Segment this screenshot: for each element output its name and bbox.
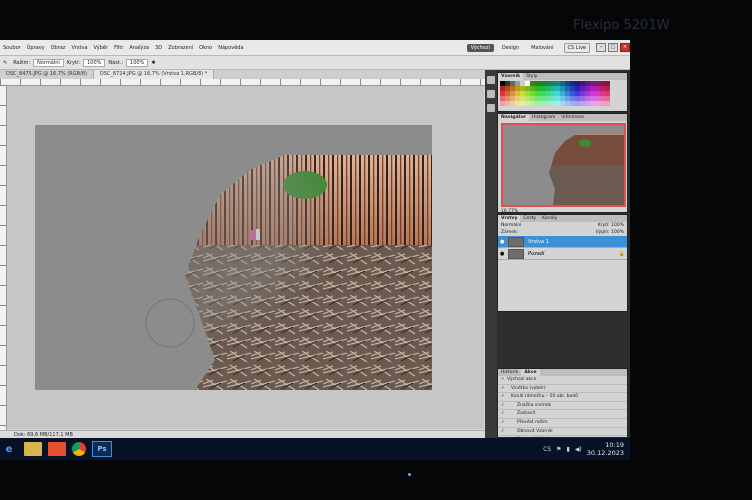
monitor-power-led	[408, 473, 411, 476]
swatches-panel: Vzorník Styly	[497, 72, 628, 112]
flow-label: Nást.:	[108, 59, 124, 66]
tab-histogram[interactable]: Histogram	[529, 114, 558, 121]
tab-navigator[interactable]: Navigátor	[498, 114, 529, 121]
menu-analyza[interactable]: Analýza	[126, 45, 152, 51]
eye-icon[interactable]: ●	[500, 251, 505, 257]
layers-panel: Vrstvy Cesty Kanály Normální Krytí: 100%…	[497, 214, 628, 312]
masks-panel-icon[interactable]	[487, 104, 495, 112]
monitor-label: Flexipo 5201W	[573, 18, 670, 33]
tab-paths[interactable]: Cesty	[520, 215, 539, 222]
taskbar: e Ps CS ⚑ ▮ ◀) 10:19 30.12.2023	[0, 438, 630, 460]
brush-tool-icon[interactable]: ✎	[0, 60, 10, 66]
tab-dsc-8475[interactable]: DSC_8475.JPG @ 16,7% (RGB/8)	[0, 70, 94, 79]
menu-zobrazeni[interactable]: Zobrazení	[165, 45, 196, 51]
action-item[interactable]: ✓ Obnovit Vzorník	[498, 428, 627, 437]
airbrush-icon[interactable]: ✱	[148, 60, 158, 66]
layer-thumbnail	[508, 248, 524, 259]
document-tabs: DSC_8475.JPG @ 16,7% (RGB/8) DSC_8724.JP…	[0, 70, 485, 79]
action-item[interactable]: ✓ Vinětka (výběr)	[498, 385, 627, 394]
menu-filtr[interactable]: Filtr	[111, 45, 126, 51]
layer-row[interactable]: ● Vrstva 1	[498, 236, 627, 248]
chrome-icon[interactable]	[72, 442, 86, 456]
close-button[interactable]: ×	[620, 43, 630, 52]
menu-vyber[interactable]: Výběr	[91, 45, 112, 51]
folder-icon[interactable]	[24, 442, 42, 456]
panels-dock: Vzorník Styly Navigátor Histogram Inform…	[485, 70, 630, 445]
fill-input[interactable]: 100%	[611, 230, 624, 235]
forest-image	[35, 125, 432, 390]
action-item[interactable]: ✓ Zastavit	[498, 410, 627, 419]
photoshop-icon[interactable]: Ps	[92, 441, 112, 457]
flow-input[interactable]: 100%	[126, 58, 149, 67]
tab-layers[interactable]: Vrstvy	[498, 215, 521, 222]
menu-soubor[interactable]: Soubor	[0, 45, 24, 51]
layer-thumbnail	[508, 236, 524, 247]
vertical-ruler	[0, 85, 7, 430]
layer-row[interactable]: ● Pozadí 🔒	[498, 248, 627, 260]
tab-dsc-8724[interactable]: DSC_8724.JPG @ 16,7% (Vrstva 1,RGB/8) *	[93, 70, 215, 79]
panel-icon-strip	[485, 70, 497, 438]
tab-info[interactable]: Informace	[558, 114, 587, 121]
eye-icon[interactable]: ●	[500, 239, 505, 245]
layer-name: Pozadí	[528, 250, 545, 257]
color-swatch[interactable]	[605, 101, 610, 106]
internet-explorer-icon[interactable]: e	[0, 442, 18, 456]
workspace-default-button[interactable]: Výchozí	[466, 43, 494, 52]
adjustments-panel-icon[interactable]	[487, 90, 495, 98]
clock-date: 30.12.2023	[586, 449, 624, 457]
fill-label: Výplň:	[595, 230, 610, 235]
action-item[interactable]: ✓ Značka snímek	[498, 402, 627, 411]
actions-panel: Historie Akce ✓ Výchozí akce ✓ Vinětka (vý…	[497, 368, 628, 445]
minimize-button[interactable]: –	[596, 43, 606, 52]
clock[interactable]: 10:19 30.12.2023	[587, 441, 624, 457]
media-player-icon[interactable]	[48, 442, 66, 456]
lock-icon: 🔒	[618, 250, 625, 257]
menu-okno[interactable]: Okno	[196, 45, 215, 51]
workspace-design-button[interactable]: Design	[498, 44, 523, 52]
network-icon[interactable]: ▮	[567, 446, 570, 453]
blend-mode-select[interactable]: Normální	[501, 223, 521, 228]
image-canvas[interactable]	[35, 125, 432, 390]
menu-napoveda[interactable]: Nápověda	[215, 45, 246, 51]
navigator-preview[interactable]	[501, 123, 626, 207]
color-panel-icon[interactable]	[487, 76, 495, 84]
volume-icon[interactable]: ◀)	[575, 446, 582, 453]
layer-opacity-input[interactable]: 100%	[611, 223, 624, 228]
tab-history[interactable]: Historie	[498, 369, 521, 376]
cs-live-button[interactable]: CS Live	[563, 42, 590, 53]
navigator-panel: Navigátor Histogram Informace 16,77%	[497, 113, 628, 214]
options-bar: ✎ Režim: Normální Krytí: 100% Nást.: 100…	[0, 56, 630, 70]
layer-opacity-label: Krytí:	[597, 223, 610, 228]
menu-upravy[interactable]: Úpravy	[24, 45, 48, 51]
menu-vrstva[interactable]: Vrstva	[68, 45, 90, 51]
action-item[interactable]: ✓ Výchozí akce	[498, 376, 627, 385]
opacity-input[interactable]: 100%	[83, 58, 106, 67]
action-item[interactable]: ✓ Kanál rámečku – 50 obr. bodů	[498, 393, 627, 402]
menu-bar: Soubor Úpravy Obraz Vrstva Výběr Filtr A…	[0, 40, 630, 56]
action-item[interactable]: ✓ Převést režim	[498, 419, 627, 428]
language-indicator[interactable]: CS	[543, 446, 551, 453]
tab-channels[interactable]: Kanály	[539, 215, 560, 222]
maximize-button[interactable]: □	[608, 43, 618, 52]
lock-label: Zámek:	[501, 230, 519, 235]
tab-actions[interactable]: Akce	[521, 369, 540, 376]
screen: Soubor Úpravy Obraz Vrstva Výběr Filtr A…	[0, 40, 630, 460]
tab-swatches[interactable]: Vzorník	[498, 73, 524, 80]
workspace-painting-button[interactable]: Malování	[527, 44, 557, 52]
mode-label: Režim:	[13, 59, 31, 66]
tab-styles[interactable]: Styly	[523, 73, 540, 80]
horizontal-ruler	[0, 79, 485, 86]
swatch-grid[interactable]	[498, 80, 627, 107]
opacity-label: Krytí:	[66, 59, 81, 66]
menu-3d[interactable]: 3D	[152, 45, 165, 51]
mode-select[interactable]: Normální	[33, 58, 64, 67]
clock-time: 10:19	[605, 441, 624, 449]
layer-name: Vrstva 1	[528, 238, 549, 245]
menu-obraz[interactable]: Obraz	[48, 45, 69, 51]
flag-icon[interactable]: ⚑	[556, 446, 561, 453]
